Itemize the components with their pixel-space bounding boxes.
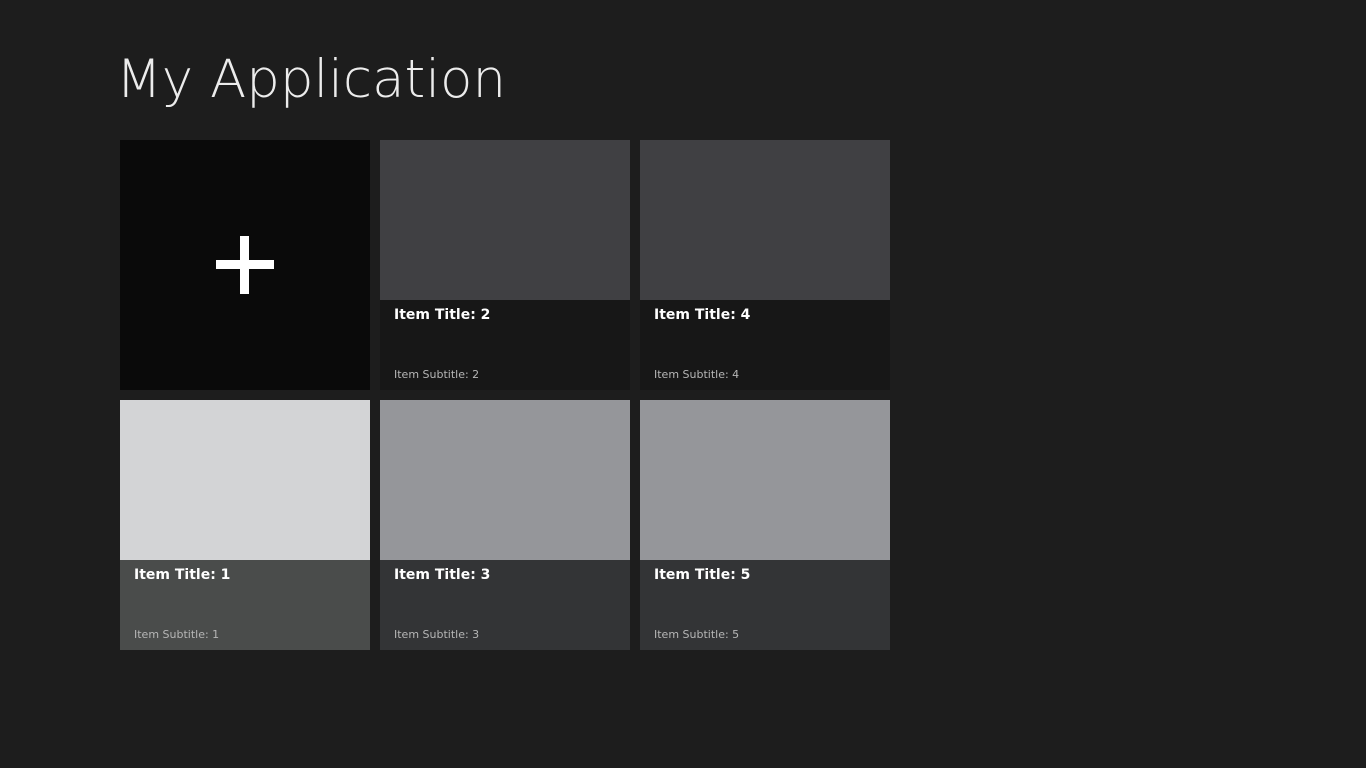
- item-caption: Item Title: 3 Item Subtitle: 3: [380, 560, 630, 650]
- item-title: Item Title: 3: [394, 567, 491, 583]
- items-grid: Item Title: 2 Item Subtitle: 2 Item Titl…: [120, 140, 890, 650]
- item-tile[interactable]: Item Title: 4 Item Subtitle: 4: [640, 140, 890, 390]
- item-subtitle: Item Subtitle: 2: [394, 368, 480, 381]
- item-tile[interactable]: Item Title: 3 Item Subtitle: 3: [380, 400, 630, 650]
- add-item-tile[interactable]: [120, 140, 370, 390]
- item-subtitle: Item Subtitle: 4: [654, 368, 740, 381]
- item-subtitle: Item Subtitle: 1: [134, 628, 220, 641]
- item-caption: Item Title: 5 Item Subtitle: 5: [640, 560, 890, 650]
- item-subtitle: Item Subtitle: 5: [654, 628, 740, 641]
- item-image: [120, 400, 370, 560]
- item-image: [640, 140, 890, 300]
- item-tile[interactable]: Item Title: 2 Item Subtitle: 2: [380, 140, 630, 390]
- item-title: Item Title: 4: [654, 307, 751, 323]
- item-title: Item Title: 5: [654, 567, 751, 583]
- plus-icon: [216, 236, 274, 294]
- item-image: [380, 400, 630, 560]
- item-title: Item Title: 2: [394, 307, 491, 323]
- item-title: Item Title: 1: [134, 567, 231, 583]
- item-subtitle: Item Subtitle: 3: [394, 628, 480, 641]
- item-caption: Item Title: 4 Item Subtitle: 4: [640, 300, 890, 390]
- item-caption: Item Title: 1 Item Subtitle: 1: [120, 560, 370, 650]
- item-caption: Item Title: 2 Item Subtitle: 2: [380, 300, 630, 390]
- item-tile[interactable]: Item Title: 1 Item Subtitle: 1: [120, 400, 370, 650]
- item-image: [640, 400, 890, 560]
- item-image: [380, 140, 630, 300]
- item-tile[interactable]: Item Title: 5 Item Subtitle: 5: [640, 400, 890, 650]
- page-title: My Application: [116, 49, 507, 110]
- app-window: My Application Item Title: 2 Item Subtit…: [0, 0, 1366, 768]
